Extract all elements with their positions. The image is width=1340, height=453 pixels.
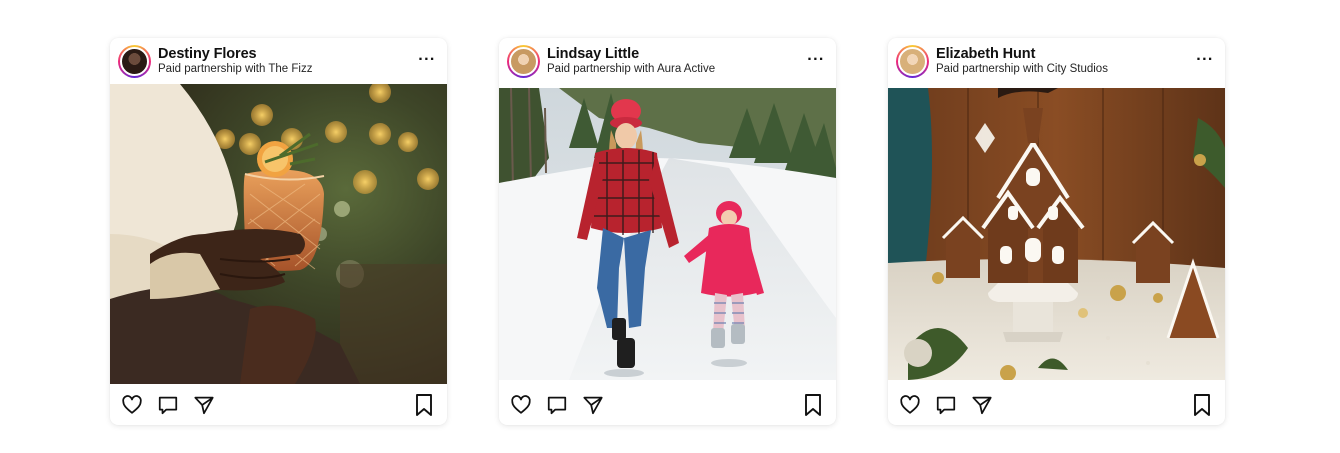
username[interactable]: Destiny Flores bbox=[158, 46, 312, 63]
like-button[interactable] bbox=[509, 393, 533, 417]
more-options-icon[interactable]: ··· bbox=[1195, 51, 1215, 68]
cocktail-photo bbox=[110, 84, 447, 384]
partnership-label[interactable]: Paid partnership with City Studios bbox=[936, 63, 1108, 76]
save-button[interactable] bbox=[413, 393, 435, 417]
comment-button[interactable] bbox=[545, 393, 569, 417]
post-photo[interactable] bbox=[499, 88, 836, 380]
post-actions bbox=[499, 385, 836, 425]
post-photo[interactable] bbox=[110, 84, 447, 384]
comment-icon bbox=[158, 396, 178, 415]
feed: Destiny Flores Paid partnership with The… bbox=[0, 0, 1340, 453]
post-meta: Lindsay Little Paid partnership with Aur… bbox=[547, 46, 715, 77]
avatar[interactable] bbox=[507, 44, 540, 78]
post-actions bbox=[888, 385, 1225, 425]
post-card: Destiny Flores Paid partnership with The… bbox=[110, 38, 447, 425]
send-icon bbox=[194, 396, 214, 415]
like-button[interactable] bbox=[898, 393, 922, 417]
avatar-image bbox=[120, 46, 149, 76]
post-meta: Destiny Flores Paid partnership with The… bbox=[158, 46, 312, 77]
comment-button[interactable] bbox=[934, 393, 958, 417]
avatar[interactable] bbox=[896, 44, 929, 78]
avatar-image bbox=[898, 46, 927, 76]
post-photo[interactable] bbox=[888, 88, 1225, 380]
partnership-label[interactable]: Paid partnership with The Fizz bbox=[158, 63, 312, 76]
post-actions bbox=[110, 385, 447, 425]
save-button[interactable] bbox=[802, 393, 824, 417]
heart-icon bbox=[122, 395, 142, 414]
post-header: Lindsay Little Paid partnership with Aur… bbox=[499, 38, 836, 84]
like-button[interactable] bbox=[120, 393, 144, 417]
bookmark-icon bbox=[805, 394, 821, 416]
post-header: Elizabeth Hunt Paid partnership with Cit… bbox=[888, 38, 1225, 84]
more-options-icon[interactable]: ··· bbox=[806, 51, 826, 68]
post-card: Lindsay Little Paid partnership with Aur… bbox=[499, 38, 836, 425]
post-header: Destiny Flores Paid partnership with The… bbox=[110, 38, 447, 84]
share-button[interactable] bbox=[970, 393, 994, 417]
heart-icon bbox=[511, 395, 531, 414]
avatar[interactable] bbox=[118, 44, 151, 78]
post-card: Elizabeth Hunt Paid partnership with Cit… bbox=[888, 38, 1225, 425]
snow-walk-photo bbox=[499, 88, 836, 380]
gingerbread-photo bbox=[888, 88, 1225, 380]
username[interactable]: Elizabeth Hunt bbox=[936, 46, 1108, 63]
username[interactable]: Lindsay Little bbox=[547, 46, 715, 63]
more-options-icon[interactable]: ··· bbox=[417, 51, 437, 68]
comment-icon bbox=[936, 396, 956, 415]
save-button[interactable] bbox=[1191, 393, 1213, 417]
partnership-label[interactable]: Paid partnership with Aura Active bbox=[547, 63, 715, 76]
share-button[interactable] bbox=[581, 393, 605, 417]
heart-icon bbox=[900, 395, 920, 414]
bookmark-icon bbox=[1194, 394, 1210, 416]
send-icon bbox=[972, 396, 992, 415]
send-icon bbox=[583, 396, 603, 415]
share-button[interactable] bbox=[192, 393, 216, 417]
post-meta: Elizabeth Hunt Paid partnership with Cit… bbox=[936, 46, 1108, 77]
comment-button[interactable] bbox=[156, 393, 180, 417]
comment-icon bbox=[547, 396, 567, 415]
avatar-image bbox=[509, 46, 538, 76]
bookmark-icon bbox=[416, 394, 432, 416]
